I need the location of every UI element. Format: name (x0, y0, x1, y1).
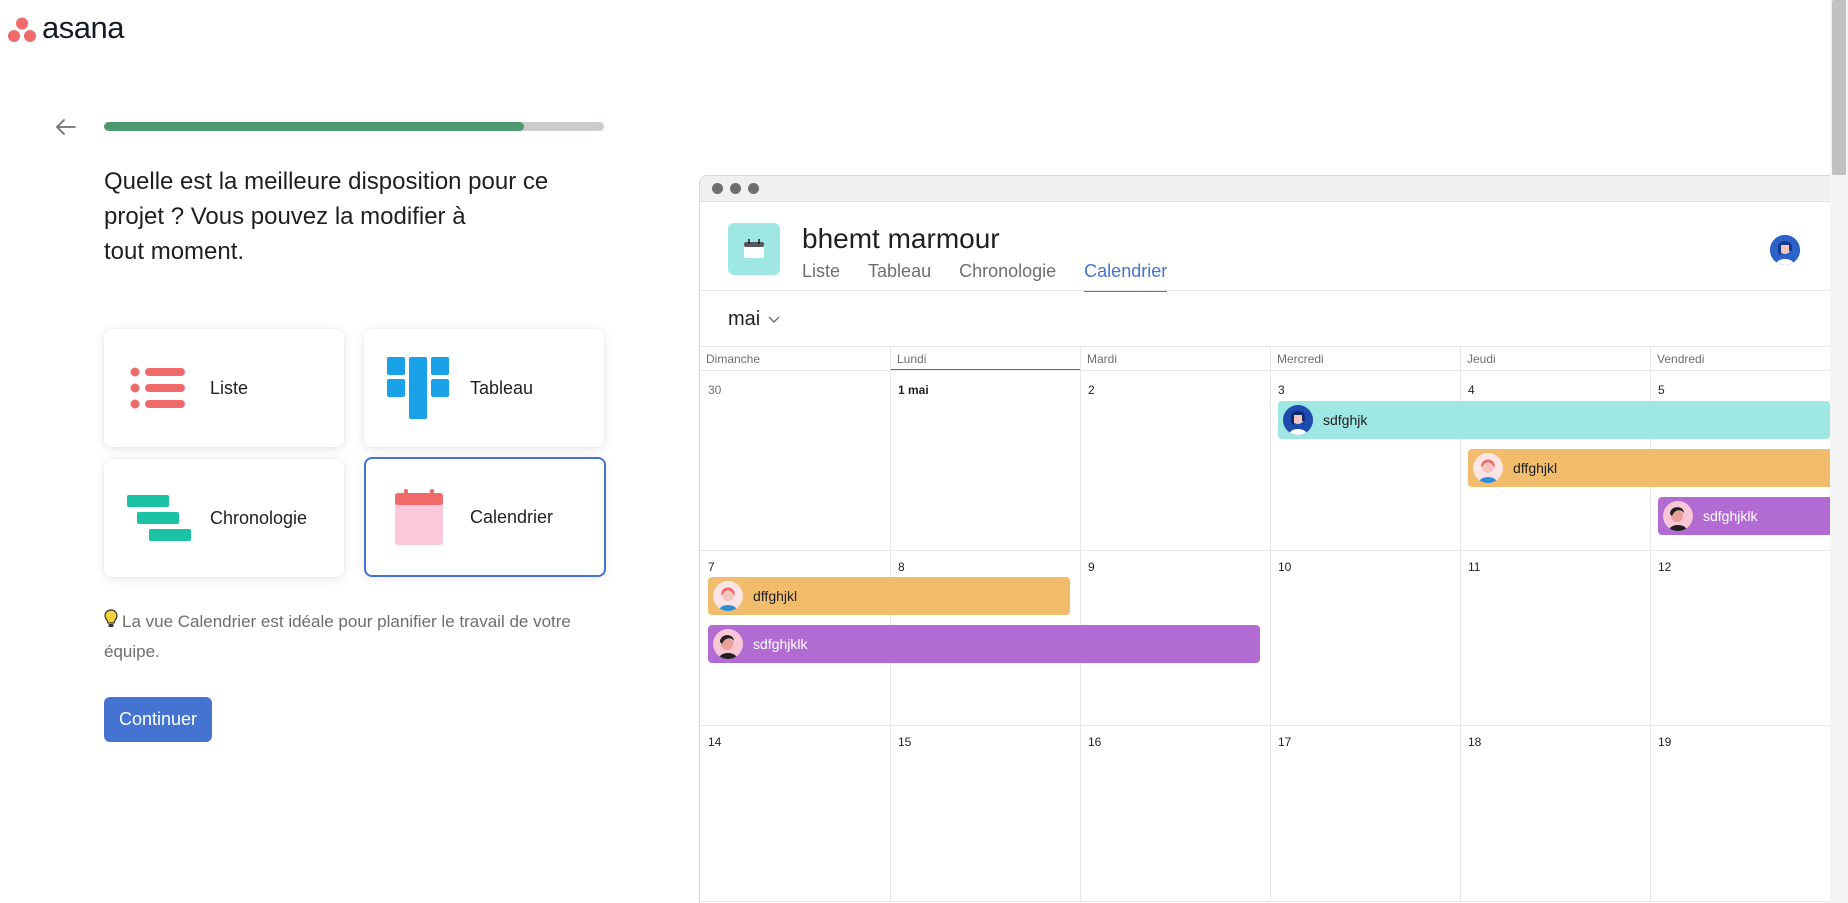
day-number: 9 (1088, 560, 1095, 574)
question-heading: Quelle est la meilleure disposition pour… (104, 164, 624, 269)
avatar (1663, 501, 1693, 531)
avatar (1283, 405, 1313, 435)
day-number: 11 (1468, 560, 1481, 574)
calendar-event[interactable]: dffghjkl (1468, 449, 1848, 487)
calendar-icon (384, 482, 454, 552)
event-title: sdfghjklk (753, 636, 808, 652)
avatar (713, 629, 743, 659)
calendar-event[interactable]: sdfghjklk (708, 625, 1260, 663)
grid-line (1270, 370, 1271, 901)
project-calendar-icon (728, 223, 780, 275)
day-number: 7 (708, 560, 715, 574)
calendar-preview-window: bhemt marmour Liste Tableau Chronologie … (699, 175, 1848, 903)
progress-fill (104, 122, 524, 131)
day-number: 14 (708, 735, 722, 749)
weekday-header: Mardi (1080, 347, 1270, 371)
day-number: 2 (1088, 383, 1095, 397)
avatar (1473, 453, 1503, 483)
weekday-header: Vendredi (1650, 347, 1840, 371)
continue-button[interactable]: Continuer (104, 697, 212, 742)
calendar-event[interactable]: dffghjkl (708, 577, 1070, 615)
event-title: dffghjkl (1513, 460, 1558, 476)
day-number: 19 (1658, 735, 1672, 749)
day-number: 1 mai (898, 383, 929, 397)
hint-text: La vue Calendrier est idéale pour planif… (104, 612, 571, 661)
grid-line (700, 725, 1848, 726)
layout-option-label: Chronologie (210, 507, 308, 528)
month-selector[interactable]: mai (728, 308, 780, 331)
calendar-event[interactable]: sdfghjk (1278, 401, 1830, 439)
layout-option-chronologie[interactable]: Chronologie (104, 459, 344, 577)
event-title: dffghjkl (753, 588, 798, 604)
layout-option-calendrier[interactable]: Calendrier (364, 457, 606, 577)
question-line: projet ? Vous pouvez la modifier à (104, 203, 466, 230)
asana-logo-icon (8, 17, 36, 42)
weekday-header: Dimanche (706, 352, 761, 366)
day-number: 8 (898, 560, 905, 574)
layout-option-label: Liste (210, 377, 249, 398)
layout-hint: La vue Calendrier est idéale pour planif… (104, 608, 604, 666)
day-number: 10 (1278, 560, 1292, 574)
day-number: 4 (1468, 383, 1475, 397)
asana-logo[interactable]: asana (8, 10, 124, 46)
asana-logo-text: asana (42, 10, 124, 45)
window-dot (730, 183, 741, 194)
weekday-header-row: Dimanche Lundi Mardi Mercredi Jeudi Vend… (700, 346, 1848, 371)
layout-option-label: Tableau (470, 377, 534, 398)
day-number: 18 (1468, 735, 1482, 749)
layout-option-tableau[interactable]: Tableau (364, 329, 604, 447)
tab-liste[interactable]: Liste (802, 261, 840, 292)
day-number: 16 (1088, 735, 1102, 749)
preview-titlebar (700, 176, 1848, 202)
back-button[interactable] (55, 116, 77, 138)
event-title: sdfghjk (1323, 412, 1368, 428)
grid-line (700, 370, 1848, 371)
avatar[interactable] (1770, 235, 1800, 265)
lightbulb-icon (104, 609, 118, 638)
avatar (713, 581, 743, 611)
window-dot (748, 183, 759, 194)
question-line: tout moment. (104, 238, 245, 265)
project-name: bhemt marmour (802, 223, 1000, 254)
chevron-down-icon (768, 316, 780, 323)
grid-line (1460, 370, 1461, 901)
question-line: Quelle est la meilleure disposition pour… (104, 168, 549, 195)
header-divider (700, 290, 1848, 291)
list-icon (124, 353, 194, 423)
view-tabs: Liste Tableau Chronologie Calendrier (802, 261, 1195, 292)
project-header: bhemt marmour Liste Tableau Chronologie … (728, 223, 1848, 293)
day-number: 3 (1278, 383, 1285, 397)
tab-calendrier[interactable]: Calendrier (1084, 261, 1168, 292)
layout-option-label: Calendrier (470, 506, 554, 527)
day-number: 5 (1658, 383, 1665, 397)
event-title: sdfghjklk (1703, 508, 1758, 524)
day-number: 15 (898, 735, 912, 749)
timeline-icon (124, 483, 194, 553)
day-number: 17 (1278, 735, 1292, 749)
page-scrollbar[interactable] (1830, 0, 1848, 903)
calendar-event[interactable]: sdfghjklk (1658, 497, 1848, 535)
arrow-left-icon (56, 119, 76, 135)
scrollbar-thumb[interactable] (1832, 0, 1846, 175)
window-dot (712, 183, 723, 194)
layout-option-liste[interactable]: Liste (104, 329, 344, 447)
weekday-header: Lundi (890, 347, 1080, 371)
weekday-header: Mercredi (1270, 347, 1460, 371)
day-number: 12 (1658, 560, 1672, 574)
grid-line (700, 901, 1848, 902)
onboarding-progress-bar (104, 122, 604, 131)
board-icon (384, 353, 454, 423)
grid-line (700, 550, 1848, 551)
tab-tableau[interactable]: Tableau (868, 261, 931, 292)
day-number: 30 (708, 383, 722, 397)
weekday-header: Jeudi (1460, 347, 1650, 371)
month-label: mai (728, 308, 761, 330)
tab-chronologie[interactable]: Chronologie (959, 261, 1056, 292)
